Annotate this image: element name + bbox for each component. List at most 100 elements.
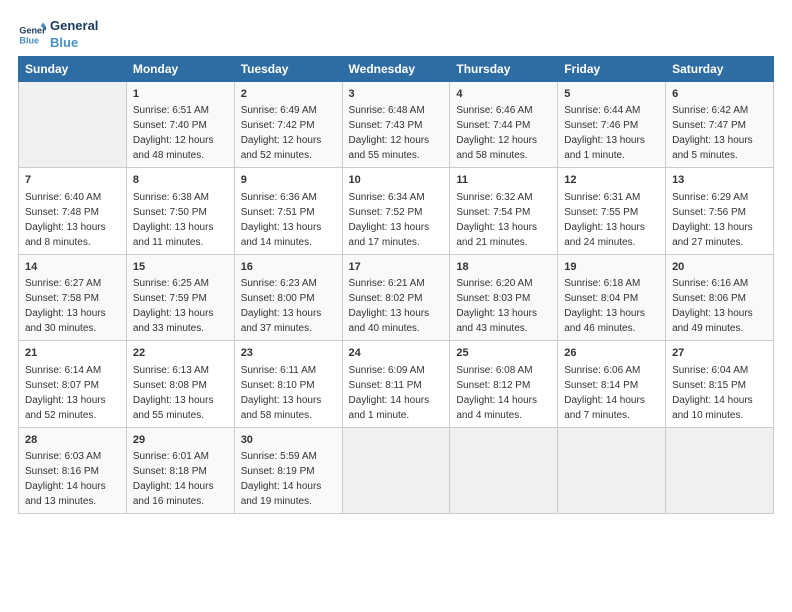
day-info: and 49 minutes.: [672, 321, 767, 336]
day-info: Sunrise: 6:04 AM: [672, 363, 767, 378]
weekday-friday: Friday: [558, 56, 666, 81]
day-number: 14: [25, 259, 120, 276]
day-info: and 24 minutes.: [564, 235, 659, 250]
day-info: Sunrise: 6:49 AM: [241, 103, 336, 118]
day-number: 16: [241, 259, 336, 276]
day-number: 27: [672, 345, 767, 362]
day-info: Sunset: 7:43 PM: [349, 118, 444, 133]
day-info: Sunset: 7:55 PM: [564, 205, 659, 220]
day-info: and 30 minutes.: [25, 321, 120, 336]
day-number: 8: [133, 172, 228, 189]
day-info: Sunset: 8:12 PM: [456, 378, 551, 393]
calendar-cell: 21Sunrise: 6:14 AMSunset: 8:07 PMDayligh…: [19, 341, 127, 428]
calendar-cell: 11Sunrise: 6:32 AMSunset: 7:54 PMDayligh…: [450, 168, 558, 255]
day-info: Sunset: 7:58 PM: [25, 291, 120, 306]
day-info: Sunset: 8:18 PM: [133, 464, 228, 479]
logo-icon: General Blue: [18, 21, 46, 49]
day-info: Sunrise: 6:27 AM: [25, 276, 120, 291]
day-info: Daylight: 14 hours: [672, 393, 767, 408]
day-number: 26: [564, 345, 659, 362]
day-info: and 21 minutes.: [456, 235, 551, 250]
calendar-cell: 4Sunrise: 6:46 AMSunset: 7:44 PMDaylight…: [450, 81, 558, 168]
day-info: Daylight: 13 hours: [672, 133, 767, 148]
day-number: 28: [25, 432, 120, 449]
day-info: Sunset: 7:50 PM: [133, 205, 228, 220]
calendar-cell: 1Sunrise: 6:51 AMSunset: 7:40 PMDaylight…: [126, 81, 234, 168]
day-number: 20: [672, 259, 767, 276]
calendar-cell: 25Sunrise: 6:08 AMSunset: 8:12 PMDayligh…: [450, 341, 558, 428]
day-number: 3: [349, 86, 444, 103]
calendar-cell: 24Sunrise: 6:09 AMSunset: 8:11 PMDayligh…: [342, 341, 450, 428]
day-info: Sunset: 8:04 PM: [564, 291, 659, 306]
day-info: and 1 minute.: [349, 408, 444, 423]
day-info: Sunrise: 6:21 AM: [349, 276, 444, 291]
day-info: Sunset: 7:59 PM: [133, 291, 228, 306]
day-info: and 4 minutes.: [456, 408, 551, 423]
day-info: Daylight: 13 hours: [25, 306, 120, 321]
day-info: Daylight: 13 hours: [133, 393, 228, 408]
day-info: Daylight: 13 hours: [456, 306, 551, 321]
day-number: 4: [456, 86, 551, 103]
day-info: Sunset: 7:48 PM: [25, 205, 120, 220]
calendar-cell: 7Sunrise: 6:40 AMSunset: 7:48 PMDaylight…: [19, 168, 127, 255]
weekday-tuesday: Tuesday: [234, 56, 342, 81]
day-info: and 55 minutes.: [133, 408, 228, 423]
day-info: Sunset: 8:11 PM: [349, 378, 444, 393]
weekday-sunday: Sunday: [19, 56, 127, 81]
day-info: Sunrise: 6:32 AM: [456, 190, 551, 205]
svg-text:General: General: [19, 25, 46, 35]
day-info: and 1 minute.: [564, 148, 659, 163]
day-info: Daylight: 13 hours: [241, 393, 336, 408]
weekday-thursday: Thursday: [450, 56, 558, 81]
day-info: Sunrise: 6:14 AM: [25, 363, 120, 378]
day-info: Daylight: 14 hours: [133, 479, 228, 494]
day-info: and 55 minutes.: [349, 148, 444, 163]
day-info: Sunset: 8:03 PM: [456, 291, 551, 306]
day-info: Sunset: 8:16 PM: [25, 464, 120, 479]
day-info: and 10 minutes.: [672, 408, 767, 423]
day-info: Daylight: 12 hours: [133, 133, 228, 148]
week-row-3: 14Sunrise: 6:27 AMSunset: 7:58 PMDayligh…: [19, 254, 774, 341]
day-info: Sunrise: 5:59 AM: [241, 449, 336, 464]
calendar-cell: 26Sunrise: 6:06 AMSunset: 8:14 PMDayligh…: [558, 341, 666, 428]
day-info: Daylight: 14 hours: [241, 479, 336, 494]
day-info: Sunset: 8:00 PM: [241, 291, 336, 306]
day-number: 21: [25, 345, 120, 362]
day-info: Sunset: 8:14 PM: [564, 378, 659, 393]
day-info: Daylight: 13 hours: [564, 306, 659, 321]
day-info: Daylight: 12 hours: [456, 133, 551, 148]
day-info: Sunset: 8:19 PM: [241, 464, 336, 479]
day-info: Sunrise: 6:18 AM: [564, 276, 659, 291]
day-number: 15: [133, 259, 228, 276]
day-info: Sunset: 8:02 PM: [349, 291, 444, 306]
day-info: and 13 minutes.: [25, 494, 120, 509]
day-info: Sunrise: 6:42 AM: [672, 103, 767, 118]
week-row-2: 7Sunrise: 6:40 AMSunset: 7:48 PMDaylight…: [19, 168, 774, 255]
day-info: Daylight: 13 hours: [241, 306, 336, 321]
day-info: Daylight: 13 hours: [133, 220, 228, 235]
week-row-1: 1Sunrise: 6:51 AMSunset: 7:40 PMDaylight…: [19, 81, 774, 168]
day-info: Sunset: 8:06 PM: [672, 291, 767, 306]
day-info: and 33 minutes.: [133, 321, 228, 336]
day-info: and 43 minutes.: [456, 321, 551, 336]
weekday-saturday: Saturday: [666, 56, 774, 81]
day-info: Sunset: 7:40 PM: [133, 118, 228, 133]
day-info: Sunset: 7:42 PM: [241, 118, 336, 133]
calendar-cell: 17Sunrise: 6:21 AMSunset: 8:02 PMDayligh…: [342, 254, 450, 341]
logo: General Blue GeneralBlue: [18, 18, 98, 52]
calendar-cell: 18Sunrise: 6:20 AMSunset: 8:03 PMDayligh…: [450, 254, 558, 341]
week-row-5: 28Sunrise: 6:03 AMSunset: 8:16 PMDayligh…: [19, 427, 774, 514]
day-number: 23: [241, 345, 336, 362]
day-info: Sunrise: 6:01 AM: [133, 449, 228, 464]
day-info: Sunrise: 6:48 AM: [349, 103, 444, 118]
calendar-cell: [342, 427, 450, 514]
calendar-cell: 10Sunrise: 6:34 AMSunset: 7:52 PMDayligh…: [342, 168, 450, 255]
day-number: 22: [133, 345, 228, 362]
calendar-cell: 2Sunrise: 6:49 AMSunset: 7:42 PMDaylight…: [234, 81, 342, 168]
logo-text: GeneralBlue: [50, 18, 98, 52]
day-info: Daylight: 13 hours: [241, 220, 336, 235]
calendar-cell: 19Sunrise: 6:18 AMSunset: 8:04 PMDayligh…: [558, 254, 666, 341]
calendar-cell: 22Sunrise: 6:13 AMSunset: 8:08 PMDayligh…: [126, 341, 234, 428]
calendar-cell: 9Sunrise: 6:36 AMSunset: 7:51 PMDaylight…: [234, 168, 342, 255]
calendar-cell: [666, 427, 774, 514]
